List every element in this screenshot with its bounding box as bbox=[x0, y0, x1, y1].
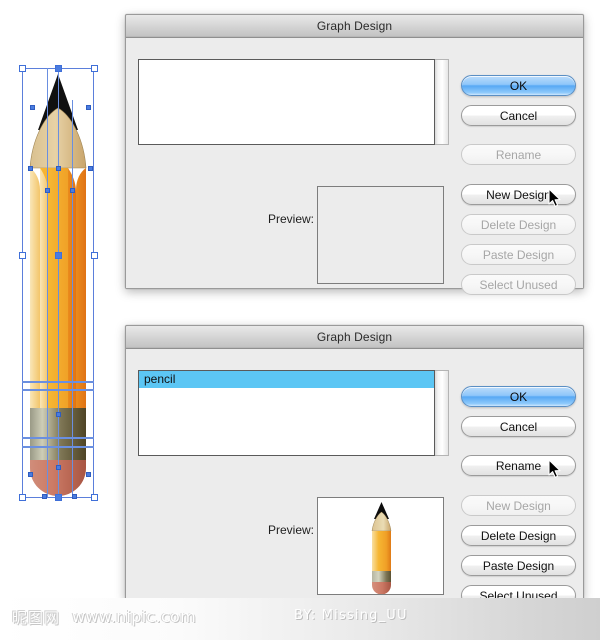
dialog-body: pencil Preview: OK Cancel Rename New Des… bbox=[126, 349, 583, 606]
path-anchor-ferrule-mid[interactable] bbox=[56, 412, 61, 417]
graph-design-dialog-empty[interactable]: Graph Design Preview: OK Cancel Rename N… bbox=[125, 14, 584, 295]
cancel-button[interactable]: Cancel bbox=[461, 416, 576, 437]
paste-design-button[interactable]: Paste Design bbox=[461, 555, 576, 576]
dialog-titlebar[interactable]: Graph Design bbox=[126, 15, 583, 38]
selection-handle-top-center[interactable] bbox=[55, 65, 62, 72]
pencil-body-light bbox=[30, 168, 40, 408]
path-anchor-tip-left[interactable] bbox=[30, 105, 35, 110]
ok-button[interactable]: OK bbox=[461, 75, 576, 96]
path-anchor-eraser-bottom[interactable] bbox=[42, 494, 47, 499]
selection-handle-bottom-left[interactable] bbox=[19, 494, 26, 501]
selection-handle-bottom-right[interactable] bbox=[91, 494, 98, 501]
preview-label: Preview: bbox=[267, 523, 314, 537]
paste-design-button: Paste Design bbox=[461, 244, 576, 265]
path-guide-center bbox=[58, 68, 59, 498]
design-listbox-container[interactable]: pencil bbox=[138, 370, 449, 456]
path-segment-ferrule-top bbox=[22, 381, 94, 383]
graph-design-dialog-with-pencil[interactable]: Graph Design pencil Preview: OK Cancel R… bbox=[125, 325, 584, 606]
path-anchor-eraser-mid[interactable] bbox=[56, 465, 61, 470]
select-unused-button: Select Unused bbox=[461, 274, 576, 295]
ok-button[interactable]: OK bbox=[461, 386, 576, 407]
path-anchor-eraser-bottom-2[interactable] bbox=[72, 494, 77, 499]
path-anchor-eraser-left[interactable] bbox=[28, 472, 33, 477]
path-anchor-wood-right[interactable] bbox=[88, 166, 93, 171]
dialog-body: Preview: OK Cancel Rename New Design Del… bbox=[126, 38, 583, 295]
delete-design-button: Delete Design bbox=[461, 214, 576, 235]
selection-handle-bottom-center[interactable] bbox=[55, 494, 62, 501]
new-design-button[interactable]: New Design bbox=[461, 184, 576, 205]
pencil-thumbnail bbox=[371, 502, 392, 594]
delete-design-button[interactable]: Delete Design bbox=[461, 525, 576, 546]
preview-label: Preview: bbox=[267, 212, 314, 226]
dialog-title: Graph Design bbox=[316, 19, 393, 33]
dialog-titlebar[interactable]: Graph Design bbox=[126, 326, 583, 349]
cancel-button[interactable]: Cancel bbox=[461, 105, 576, 126]
selection-handle-mid-left[interactable] bbox=[19, 252, 26, 259]
dialog-title: Graph Design bbox=[316, 330, 393, 344]
path-segment-ferrule-bottom bbox=[22, 437, 94, 439]
rename-button: Rename bbox=[461, 144, 576, 165]
select-unused-button[interactable]: Select Unused bbox=[461, 585, 576, 606]
rename-button[interactable]: Rename bbox=[461, 455, 576, 476]
design-listbox[interactable]: pencil bbox=[138, 370, 435, 456]
list-item[interactable]: pencil bbox=[139, 371, 434, 388]
selection-handle-mid-center[interactable] bbox=[55, 252, 62, 259]
path-anchor-eraser-right[interactable] bbox=[86, 472, 91, 477]
new-design-button: New Design bbox=[461, 495, 576, 516]
path-anchor-tip-right[interactable] bbox=[86, 105, 91, 110]
path-segment-ferrule-bot-2 bbox=[22, 446, 94, 448]
selection-handle-top-right[interactable] bbox=[91, 65, 98, 72]
preview-box bbox=[317, 186, 444, 284]
design-listbox[interactable] bbox=[138, 59, 435, 145]
path-anchor-wood-left[interactable] bbox=[28, 166, 33, 171]
listbox-vertical-scrollbar[interactable] bbox=[435, 370, 449, 456]
selection-handle-mid-right[interactable] bbox=[91, 252, 98, 259]
listbox-vertical-scrollbar[interactable] bbox=[435, 59, 449, 145]
design-listbox-container[interactable] bbox=[138, 59, 449, 145]
pencil-body-dark bbox=[76, 168, 86, 408]
path-anchor-body-right[interactable] bbox=[70, 188, 75, 193]
selection-handle-top-left[interactable] bbox=[19, 65, 26, 72]
path-anchor-body-left[interactable] bbox=[45, 188, 50, 193]
preview-box bbox=[317, 497, 444, 595]
path-guide-left bbox=[47, 68, 48, 498]
path-segment-ferrule-top-2 bbox=[22, 389, 94, 391]
path-anchor-wood-center[interactable] bbox=[56, 166, 61, 171]
